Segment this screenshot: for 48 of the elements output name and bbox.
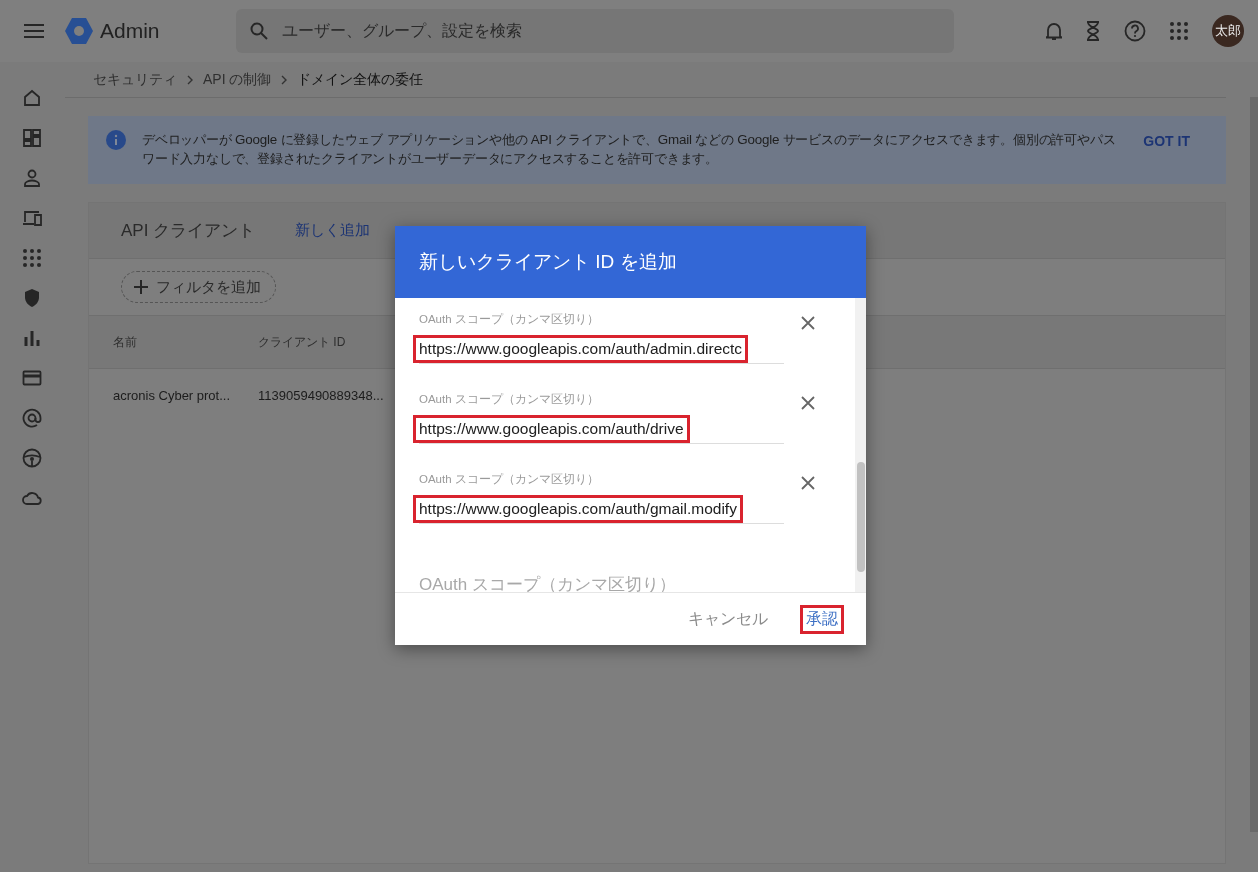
steering-wheel-icon[interactable] — [22, 448, 42, 468]
section-title: API クライアント — [121, 220, 256, 242]
table-cell-text: acronis Cyber prot... — [113, 387, 232, 403]
close-icon[interactable] — [801, 396, 815, 410]
table-cell: 1139059490889348... — [258, 387, 384, 403]
search-icon — [250, 22, 268, 40]
approve-button[interactable]: 承認 — [800, 604, 844, 634]
close-icon[interactable] — [801, 476, 815, 490]
info-icon — [106, 130, 126, 150]
home-icon[interactable] — [22, 88, 42, 108]
cancel-button[interactable]: キャンセル — [682, 604, 774, 634]
at-sign-icon[interactable] — [22, 408, 42, 428]
scrollbar[interactable] — [855, 298, 866, 592]
credit-card-icon[interactable] — [22, 368, 42, 388]
action-link[interactable]: 新しく追加 — [295, 221, 371, 240]
devices-icon[interactable] — [22, 208, 42, 228]
user-avatar[interactable]: 太郎 — [1212, 15, 1244, 47]
field-label: OAuth スコープ（カンマ区切り） — [419, 472, 599, 487]
field-label: OAuth スコープ（カンマ区切り） — [419, 312, 599, 327]
hourglass-icon[interactable] — [1086, 21, 1100, 41]
scope-field[interactable]: https://www.googleapis.com/auth/admin.directc — [413, 335, 749, 363]
breadcrumb-item: ドメイン全体の委任 — [297, 70, 424, 89]
person-icon[interactable] — [22, 168, 42, 188]
plus-icon — [134, 280, 148, 294]
info-text: デベロッパーが Google に登録したウェブ アプリケーションや他の API クライアントで、Gmail などの Google サービスのデータにアクセスできます。個別の許可やパスワード入力なしで、登録されたクライアントがユーザーデータにアクセスすることを許可できます。 — [142, 131, 1117, 168]
scope-field[interactable]: https://www.googleapis.com/auth/drive — [413, 415, 690, 443]
dialog-title: 新しいクライアント ID を追加 — [419, 250, 677, 274]
bell-icon[interactable] — [1046, 21, 1062, 41]
column-header[interactable]: 名前 — [113, 333, 258, 351]
close-icon[interactable] — [801, 316, 815, 330]
got-it-button[interactable]: GOT IT — [1143, 133, 1190, 149]
dashboard-icon[interactable] — [22, 128, 42, 148]
breadcrumb-item[interactable]: セキュリティ — [93, 70, 177, 89]
chevron-icon — [187, 74, 193, 85]
apps-grid-icon[interactable] — [1170, 22, 1188, 40]
search-field[interactable]: ユーザー、グループ、設定を検索 — [236, 9, 954, 53]
field-label: OAuth スコープ（カンマ区切り） — [419, 392, 599, 407]
menu-icon[interactable] — [24, 24, 44, 38]
chevron-icon — [281, 74, 288, 85]
hexagon-logo-icon — [64, 17, 94, 45]
scope-field[interactable]: https://www.googleapis.com/auth/gmail.modify — [413, 495, 743, 523]
product-name: Admin — [100, 19, 160, 43]
shield-icon[interactable] — [22, 288, 42, 308]
help-icon[interactable] — [1124, 20, 1146, 42]
breadcrumb-item[interactable]: API の制御 — [203, 70, 272, 89]
apps-grid-icon[interactable] — [22, 248, 42, 268]
column-header[interactable]: クライアント ID — [258, 333, 346, 351]
bar-chart-icon[interactable] — [22, 328, 42, 348]
